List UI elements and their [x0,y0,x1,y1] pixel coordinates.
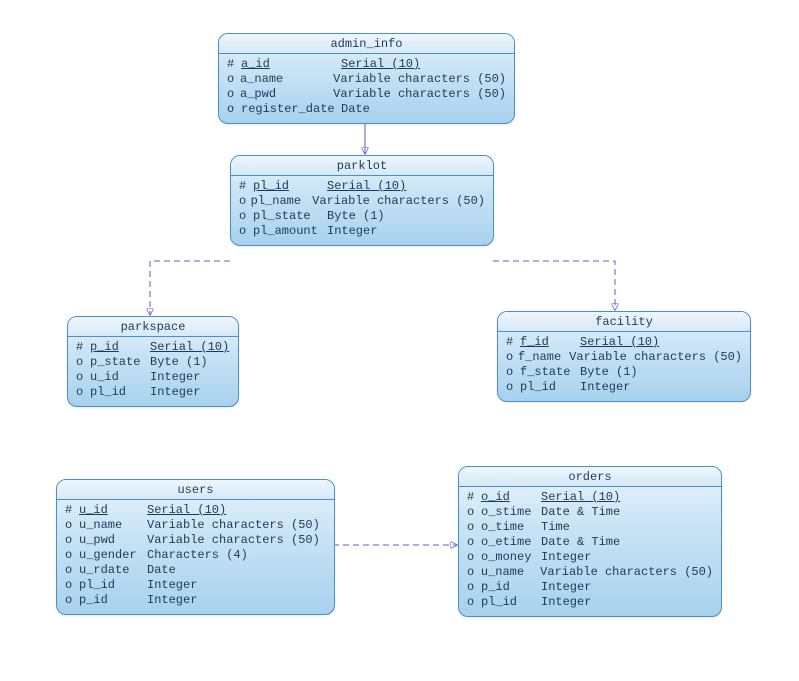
field-row: oregister_dateDate [227,102,506,117]
field-row: ou_rdateDate [65,563,326,578]
entity-body: #pl_idSerial (10) opl_nameVariable chara… [231,176,493,245]
field-row: of_nameVariable characters (50) [506,350,742,365]
field-row: oa_nameVariable characters (50) [227,72,506,87]
entity-users: users #u_idSerial (10) ou_nameVariable c… [56,479,335,615]
field-row: opl_stateByte (1) [239,209,485,224]
entity-body: #a_idSerial (10) oa_nameVariable charact… [219,54,514,123]
entity-title: parkspace [68,317,238,337]
field-row: oo_timeTime [467,520,713,535]
field-row: of_stateByte (1) [506,365,742,380]
rel-parklot-parkspace [150,261,230,315]
field-row: oo_etimeDate & Time [467,535,713,550]
field-row: op_idInteger [467,580,713,595]
entity-title: facility [498,312,750,332]
field-row: #o_idSerial (10) [467,490,713,505]
field-row: opl_idInteger [76,385,230,400]
field-row: ou_nameVariable characters (50) [65,518,326,533]
entity-body: #f_idSerial (10) of_nameVariable charact… [498,332,750,401]
field-row: opl_idInteger [467,595,713,610]
entity-body: #p_idSerial (10) op_stateByte (1) ou_idI… [68,337,238,406]
field-row: op_idInteger [65,593,326,608]
field-row: opl_idInteger [506,380,742,395]
entity-body: #o_idSerial (10) oo_stimeDate & Time oo_… [459,487,721,616]
entity-admin-info: admin_info #a_idSerial (10) oa_nameVaria… [218,33,515,124]
entity-title: users [57,480,334,500]
field-row: #p_idSerial (10) [76,340,230,355]
entity-title: admin_info [219,34,514,54]
field-row: ou_genderCharacters (4) [65,548,326,563]
entity-parklot: parklot #pl_idSerial (10) opl_nameVariab… [230,155,494,246]
entity-body: #u_idSerial (10) ou_nameVariable charact… [57,500,334,614]
entity-orders: orders #o_idSerial (10) oo_stimeDate & T… [458,466,722,617]
entity-parkspace: parkspace #p_idSerial (10) op_stateByte … [67,316,239,407]
field-row: #u_idSerial (10) [65,503,326,518]
field-row: opl_nameVariable characters (50) [239,194,485,209]
field-row: opl_idInteger [65,578,326,593]
field-row: ou_idInteger [76,370,230,385]
rel-parklot-facility [493,261,615,310]
field-row: oo_moneyInteger [467,550,713,565]
field-row: ou_nameVariable characters (50) [467,565,713,580]
field-row: #pl_idSerial (10) [239,179,485,194]
field-row: oo_stimeDate & Time [467,505,713,520]
field-row: op_stateByte (1) [76,355,230,370]
entity-facility: facility #f_idSerial (10) of_nameVariabl… [497,311,751,402]
field-row: oa_pwdVariable characters (50) [227,87,506,102]
entity-title: parklot [231,156,493,176]
field-row: #f_idSerial (10) [506,335,742,350]
field-row: ou_pwdVariable characters (50) [65,533,326,548]
field-row: #a_idSerial (10) [227,57,506,72]
field-row: opl_amountInteger [239,224,485,239]
entity-title: orders [459,467,721,487]
